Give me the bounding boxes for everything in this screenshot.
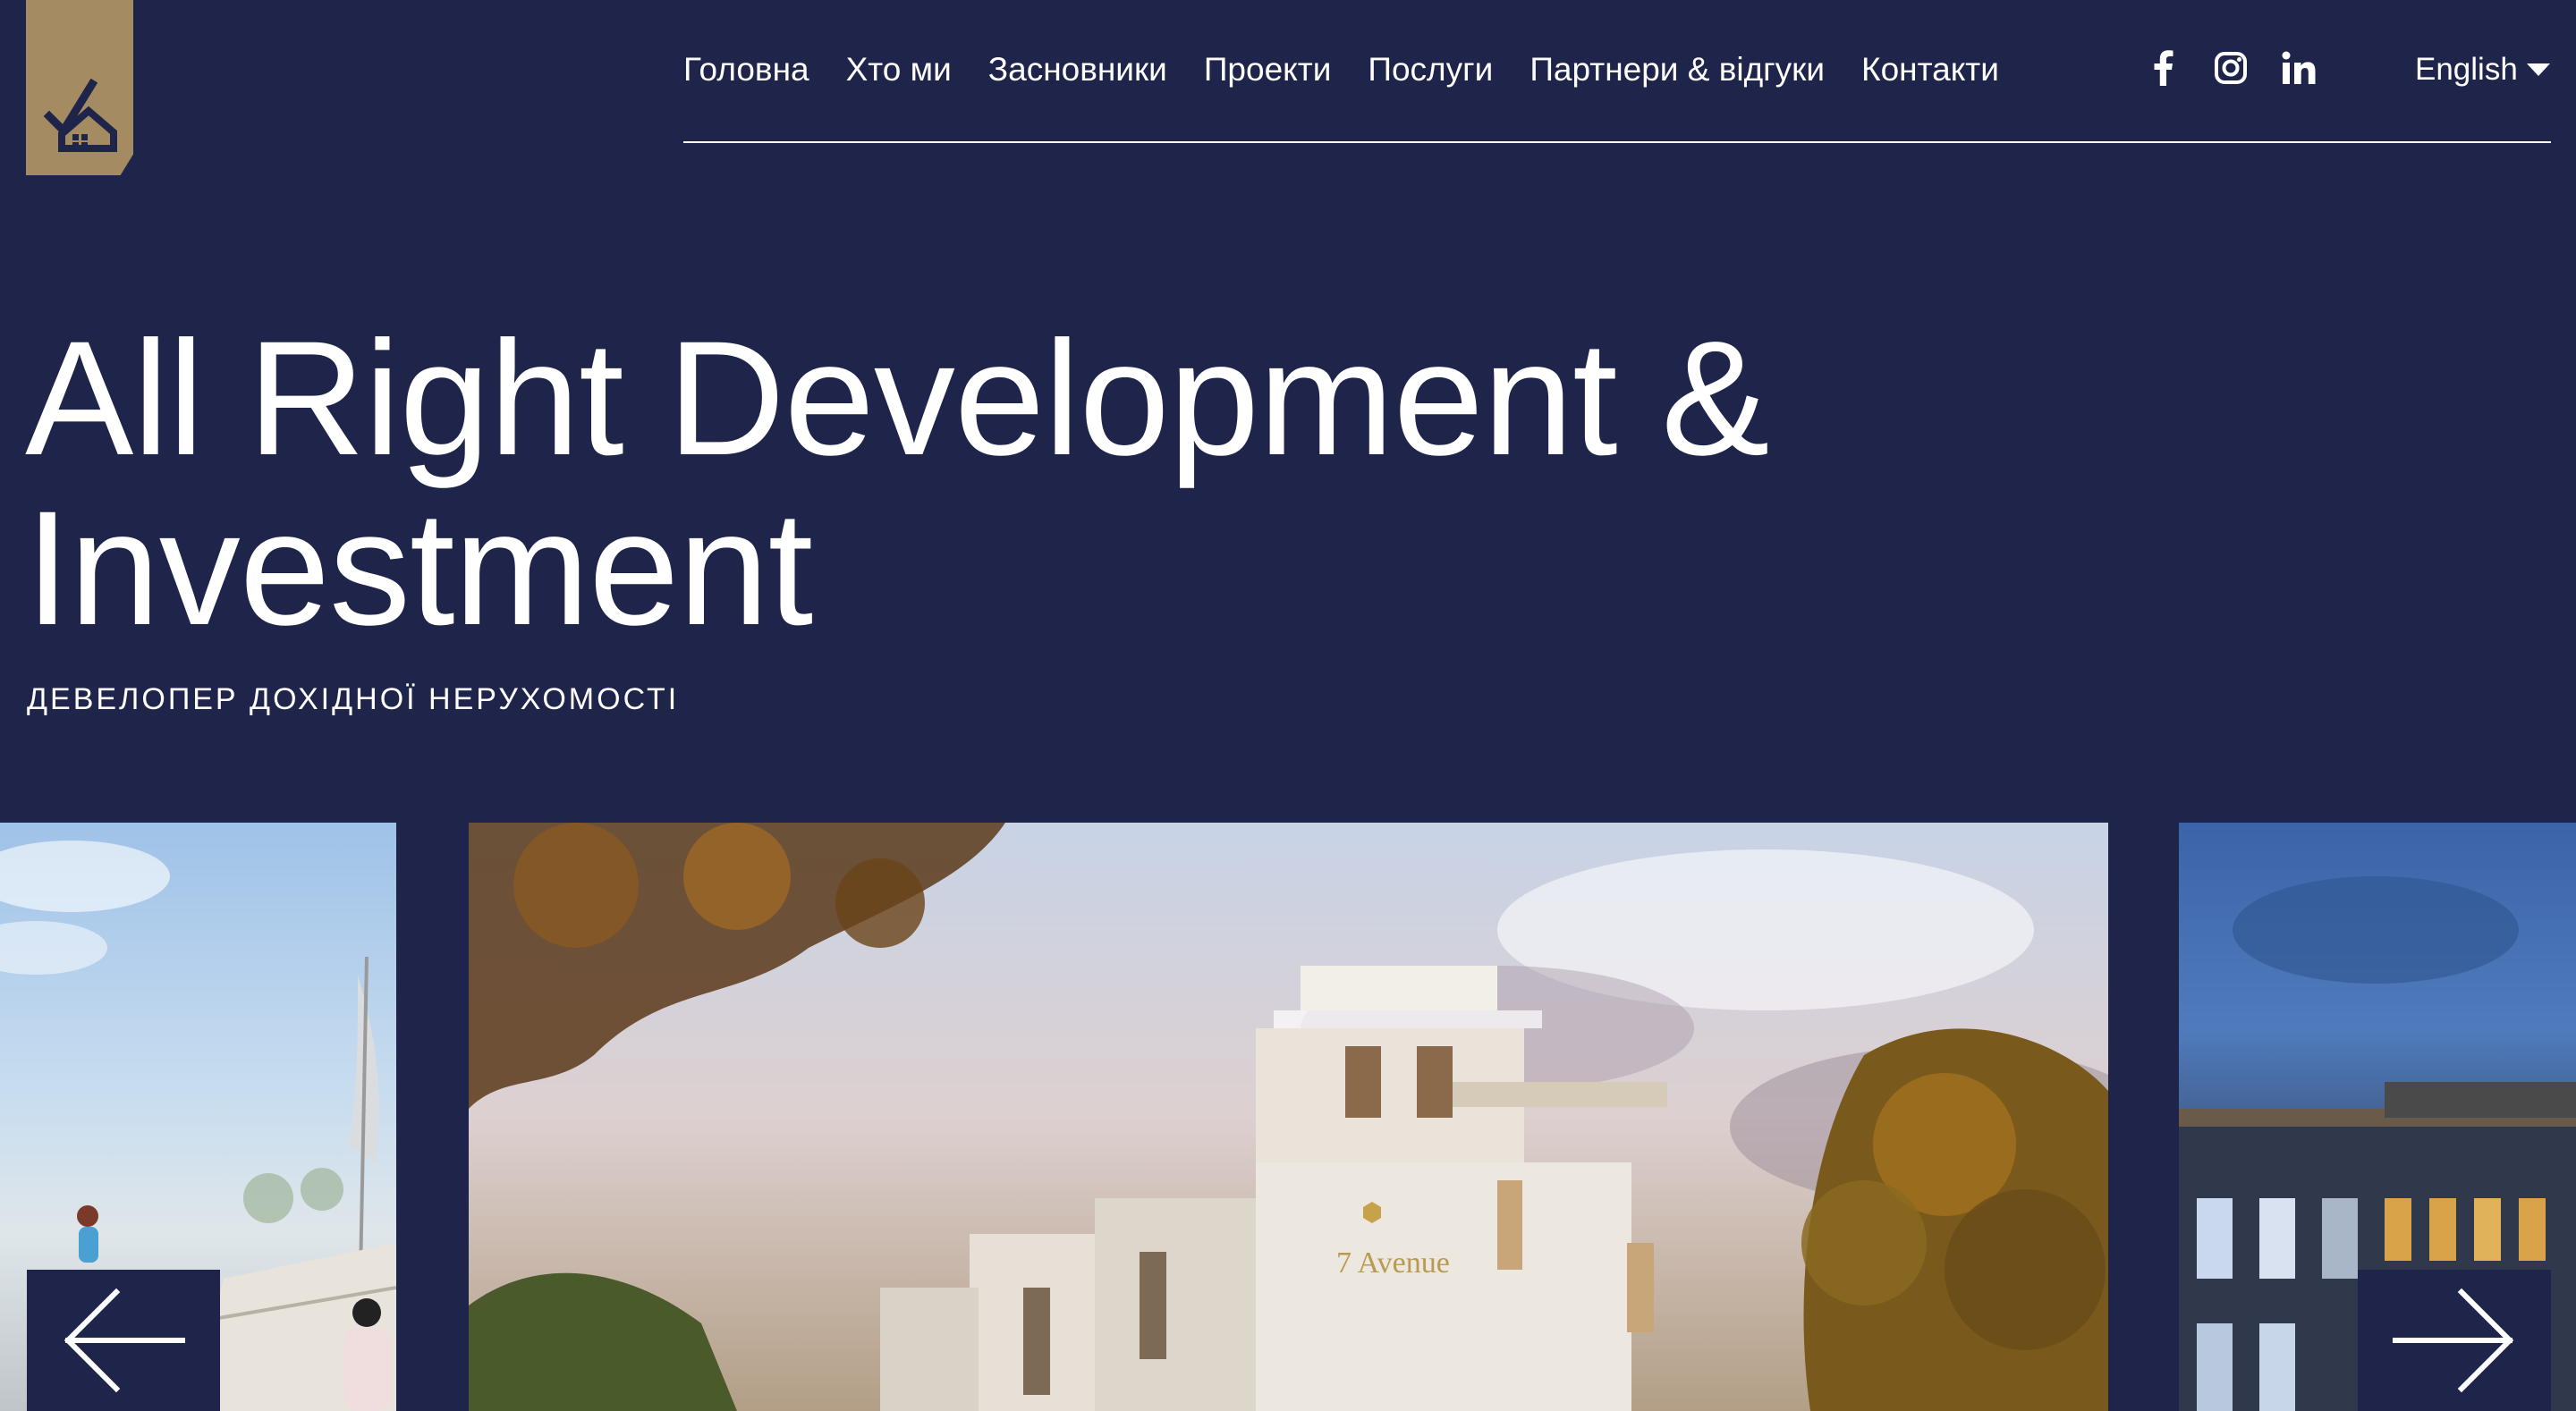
linkedin-icon bbox=[2282, 51, 2316, 84]
instagram-link[interactable] bbox=[2211, 46, 2250, 89]
nav-item-about[interactable]: Хто ми bbox=[846, 48, 952, 91]
carousel-prev-button[interactable] bbox=[27, 1270, 220, 1411]
nav-item-services[interactable]: Послуги bbox=[1368, 48, 1493, 91]
hero-title: All Right Development & Investment bbox=[25, 307, 1770, 659]
hero-subtitle: ДЕВЕЛОПЕР ДОХІДНОЇ НЕРУХОМОСТІ bbox=[27, 682, 680, 716]
carousel-slide-active[interactable]: 7 Avenue bbox=[469, 823, 2108, 1411]
caret-down-icon bbox=[2526, 63, 2550, 76]
instagram-icon bbox=[2215, 52, 2247, 84]
nav-item-partners-reviews[interactable]: Партнери & відгуки bbox=[1530, 48, 1825, 91]
language-selector[interactable]: English bbox=[2415, 48, 2552, 91]
nav-item-home[interactable]: Головна bbox=[683, 48, 809, 91]
facebook-link[interactable] bbox=[2143, 46, 2182, 89]
carousel-next-button[interactable] bbox=[2358, 1270, 2551, 1411]
social-links bbox=[2143, 46, 2347, 89]
slide-image-7-avenue: 7 Avenue bbox=[469, 823, 2108, 1411]
main-nav: Головна Хто ми Засновники Проекти Послуг… bbox=[683, 48, 2036, 91]
nav-item-founders[interactable]: Засновники bbox=[988, 48, 1167, 91]
arrow-left-icon bbox=[64, 1288, 185, 1393]
nav-item-contacts[interactable]: Контакти bbox=[1861, 48, 1999, 91]
arrow-right-icon bbox=[2393, 1288, 2514, 1393]
language-selected: English bbox=[2415, 52, 2518, 87]
building-sign: 7 Avenue bbox=[1336, 1246, 1450, 1280]
logo[interactable] bbox=[26, 0, 133, 175]
house-checkmark-logo-icon bbox=[43, 78, 117, 152]
facebook-icon bbox=[2154, 50, 2174, 86]
project-carousel: 7 Avenue bbox=[0, 823, 2576, 1411]
linkedin-link[interactable] bbox=[2279, 46, 2318, 89]
nav-item-projects[interactable]: Проекти bbox=[1204, 48, 1332, 91]
nav-divider bbox=[683, 141, 2551, 143]
page: Головна Хто ми Засновники Проекти Послуг… bbox=[0, 0, 2576, 1411]
